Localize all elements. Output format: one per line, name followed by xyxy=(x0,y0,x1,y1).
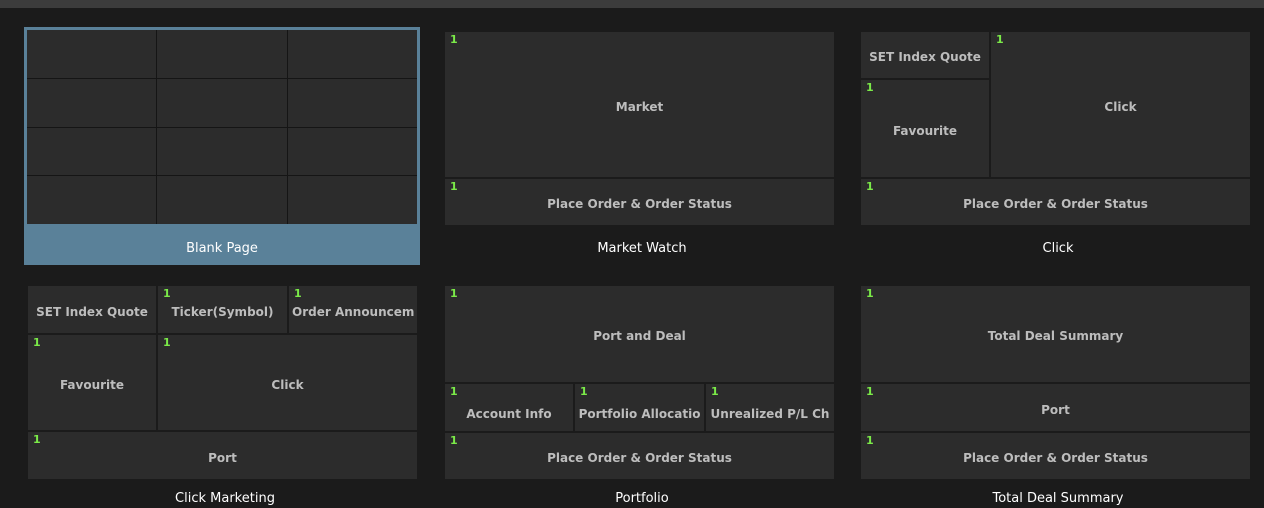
pane-unrealized-pl: 1 Unrealized P/L Ch xyxy=(706,384,834,431)
layout-preview xyxy=(27,30,417,224)
pane-number: 1 xyxy=(163,336,171,349)
pane-market: 1 Market xyxy=(445,32,834,177)
layout-caption: Market Watch xyxy=(597,241,687,256)
pane-click: 1 Click xyxy=(158,335,417,430)
pane-label: Account Info xyxy=(466,406,552,421)
pane-place-order: 1 Place Order & Order Status xyxy=(445,433,834,479)
pane-label: Market xyxy=(615,99,664,114)
pane-port: 1 Port xyxy=(861,384,1250,431)
pane-number: 1 xyxy=(711,385,719,398)
pane-label: Place Order & Order Status xyxy=(547,197,732,211)
pane-label: Favourite xyxy=(892,123,958,138)
layout-portfolio[interactable]: 1 Port and Deal 1 Account Info 1 Portfol… xyxy=(444,285,840,508)
layout-preview: 1 Market 1 Place Order & Order Status xyxy=(444,30,834,225)
layout-preview: 1 Port and Deal 1 Account Info 1 Portfol… xyxy=(444,285,834,479)
pane-label: Portfolio Allocatio xyxy=(578,406,701,421)
layout-caption: Click Marketing xyxy=(175,491,275,506)
layout-preview: SET Index Quote 1 Ticker(Symbol) 1 Order… xyxy=(27,285,417,479)
pane-label: Click xyxy=(1104,99,1137,114)
pane-number: 1 xyxy=(450,180,458,193)
pane-number: 1 xyxy=(866,180,874,193)
pane-number: 1 xyxy=(33,433,41,446)
pane-label: Port and Deal xyxy=(593,329,686,343)
pane-number: 1 xyxy=(450,33,458,46)
pane-number: 1 xyxy=(450,385,458,398)
pane-number: 1 xyxy=(866,385,874,398)
pane-label: Total Deal Summary xyxy=(987,329,1124,343)
layout-preview: 1 Total Deal Summary 1 Port 1 Place Orde… xyxy=(860,285,1250,479)
pane-total-deal-summary: 1 Total Deal Summary xyxy=(861,286,1250,382)
pane-label: Place Order & Order Status xyxy=(963,197,1148,211)
pane-favourite: 1 Favourite xyxy=(28,335,156,430)
pane-label: Place Order & Order Status xyxy=(963,451,1148,465)
blank-grid xyxy=(27,30,417,224)
pane-label: Unrealized P/L Ch xyxy=(710,406,830,421)
pane-set-index-quote: SET Index Quote xyxy=(861,32,989,78)
pane-number: 1 xyxy=(866,81,874,94)
pane-number: 1 xyxy=(163,287,171,300)
pane-click: 1 Click xyxy=(991,32,1250,177)
pane-number: 1 xyxy=(450,287,458,300)
pane-number: 1 xyxy=(33,336,41,349)
pane-number: 1 xyxy=(866,434,874,447)
pane-label: Order Announcem xyxy=(292,304,415,319)
layout-caption: Total Deal Summary xyxy=(992,491,1124,506)
layout-caption: Portfolio xyxy=(615,491,669,506)
layout-caption: Click xyxy=(1042,241,1074,256)
pane-ticker-symbol: 1 Ticker(Symbol) xyxy=(158,286,287,333)
layout-click-marketing[interactable]: SET Index Quote 1 Ticker(Symbol) 1 Order… xyxy=(27,285,423,508)
layout-total-deal-summary[interactable]: 1 Total Deal Summary 1 Port 1 Place Orde… xyxy=(860,285,1256,508)
top-bar xyxy=(0,0,1264,8)
pane-label: Click xyxy=(271,377,304,392)
pane-set-index-quote: SET Index Quote xyxy=(28,286,156,333)
pane-portfolio-allocation: 1 Portfolio Allocatio xyxy=(575,384,704,431)
pane-place-order: 1 Place Order & Order Status xyxy=(861,179,1250,225)
pane-label: Port xyxy=(1041,402,1070,417)
pane-place-order: 1 Place Order & Order Status xyxy=(861,433,1250,479)
pane-port: 1 Port xyxy=(28,432,417,479)
layout-blank-page[interactable]: Blank Page xyxy=(24,27,420,265)
pane-favourite: 1 Favourite xyxy=(861,80,989,177)
pane-number: 1 xyxy=(580,385,588,398)
pane-label: Place Order & Order Status xyxy=(547,451,732,465)
pane-number: 1 xyxy=(996,33,1004,46)
pane-place-order: 1 Place Order & Order Status xyxy=(445,179,834,225)
layout-market-watch[interactable]: 1 Market 1 Place Order & Order Status Ma… xyxy=(444,30,840,262)
layout-preview: SET Index Quote 1 Favourite 1 Click 1 Pl… xyxy=(860,30,1250,225)
pane-order-announcement: 1 Order Announcem xyxy=(289,286,417,333)
pane-label: Ticker(Symbol) xyxy=(171,304,274,319)
layout-click[interactable]: SET Index Quote 1 Favourite 1 Click 1 Pl… xyxy=(860,30,1256,262)
pane-label: Port xyxy=(208,450,237,465)
pane-label: SET Index Quote xyxy=(869,50,981,64)
pane-number: 1 xyxy=(450,434,458,447)
pane-port-and-deal: 1 Port and Deal xyxy=(445,286,834,382)
layout-caption: Blank Page xyxy=(186,241,258,256)
pane-number: 1 xyxy=(866,287,874,300)
pane-label: Favourite xyxy=(59,377,125,392)
pane-label: SET Index Quote xyxy=(36,304,148,319)
pane-number: 1 xyxy=(294,287,302,300)
pane-account-info: 1 Account Info xyxy=(445,384,573,431)
